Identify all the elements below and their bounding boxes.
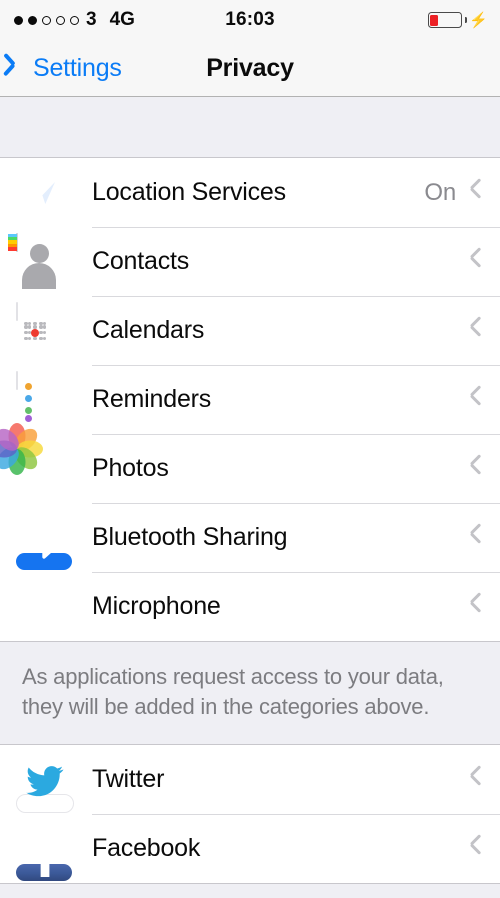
chevron-right-icon [470,597,482,617]
lightning-bolt-icon: ⚡ [469,11,488,29]
row-label: Microphone [92,592,221,620]
iphone-screen: 3 4G 16:03 ⚡ Settings Privacy Location S… [0,0,500,898]
reminders-icon [16,370,72,428]
section-footer-note: As applications request access to your d… [0,642,500,744]
row-label: Facebook [92,834,201,862]
chevron-right-icon [470,252,482,272]
sidebar-item-calendars[interactable]: Calendars [0,296,500,365]
sidebar-item-bluetooth-sharing[interactable]: Bluetooth Sharing [0,503,500,572]
chevron-right-icon [470,770,482,790]
privacy-section: Location Services On Contacts Calendars … [0,157,500,642]
status-bar: 3 4G 16:03 ⚡ [0,0,500,40]
sidebar-item-location-services[interactable]: Location Services On [0,158,500,227]
sidebar-item-microphone[interactable]: Microphone [0,572,500,641]
row-label: Reminders [92,385,212,413]
sidebar-item-photos[interactable]: Photos [0,423,500,503]
location-arrow-icon [16,165,72,221]
status-bar-right: ⚡ [427,0,488,40]
social-accounts-section: Twitter Facebook [0,744,500,884]
battery-nub [464,17,468,23]
chevron-right-icon [470,390,482,410]
chevron-right-icon [470,839,482,859]
settings-list: Location Services On Contacts Calendars … [0,98,500,898]
row-label: Calendars [92,316,205,344]
back-button[interactable]: Settings [0,54,122,83]
sidebar-item-contacts[interactable]: Contacts [0,227,500,296]
chevron-right-icon [470,528,482,548]
row-label: Photos [92,454,169,482]
row-label: Twitter [92,765,165,793]
battery-icon [427,12,462,28]
microphone-icon [5,579,72,635]
row-label: Contacts [92,247,190,275]
sidebar-item-reminders[interactable]: Reminders [0,365,500,434]
contacts-icon [8,232,72,290]
back-button-label: Settings [33,53,122,82]
section-gap-top [0,98,500,157]
sidebar-item-facebook[interactable]: Facebook [0,814,500,883]
list-bottom-gap [0,884,500,898]
twitter-icon [16,752,74,813]
bluetooth-icon [16,510,72,570]
row-label: Bluetooth Sharing [92,523,288,551]
sidebar-item-twitter[interactable]: Twitter [0,745,500,814]
row-label: Location Services [92,178,286,206]
calendar-icon [16,301,72,359]
chevron-right-icon [470,459,482,479]
chevron-right-icon [470,183,482,203]
chevron-right-icon [470,321,482,341]
status-bar-clock: 16:03 [225,9,275,30]
chevron-left-icon [12,57,25,79]
navigation-bar: Settings Privacy [0,40,500,97]
facebook-icon [16,821,72,881]
row-value: On [424,178,456,206]
photos-icon [0,423,72,497]
